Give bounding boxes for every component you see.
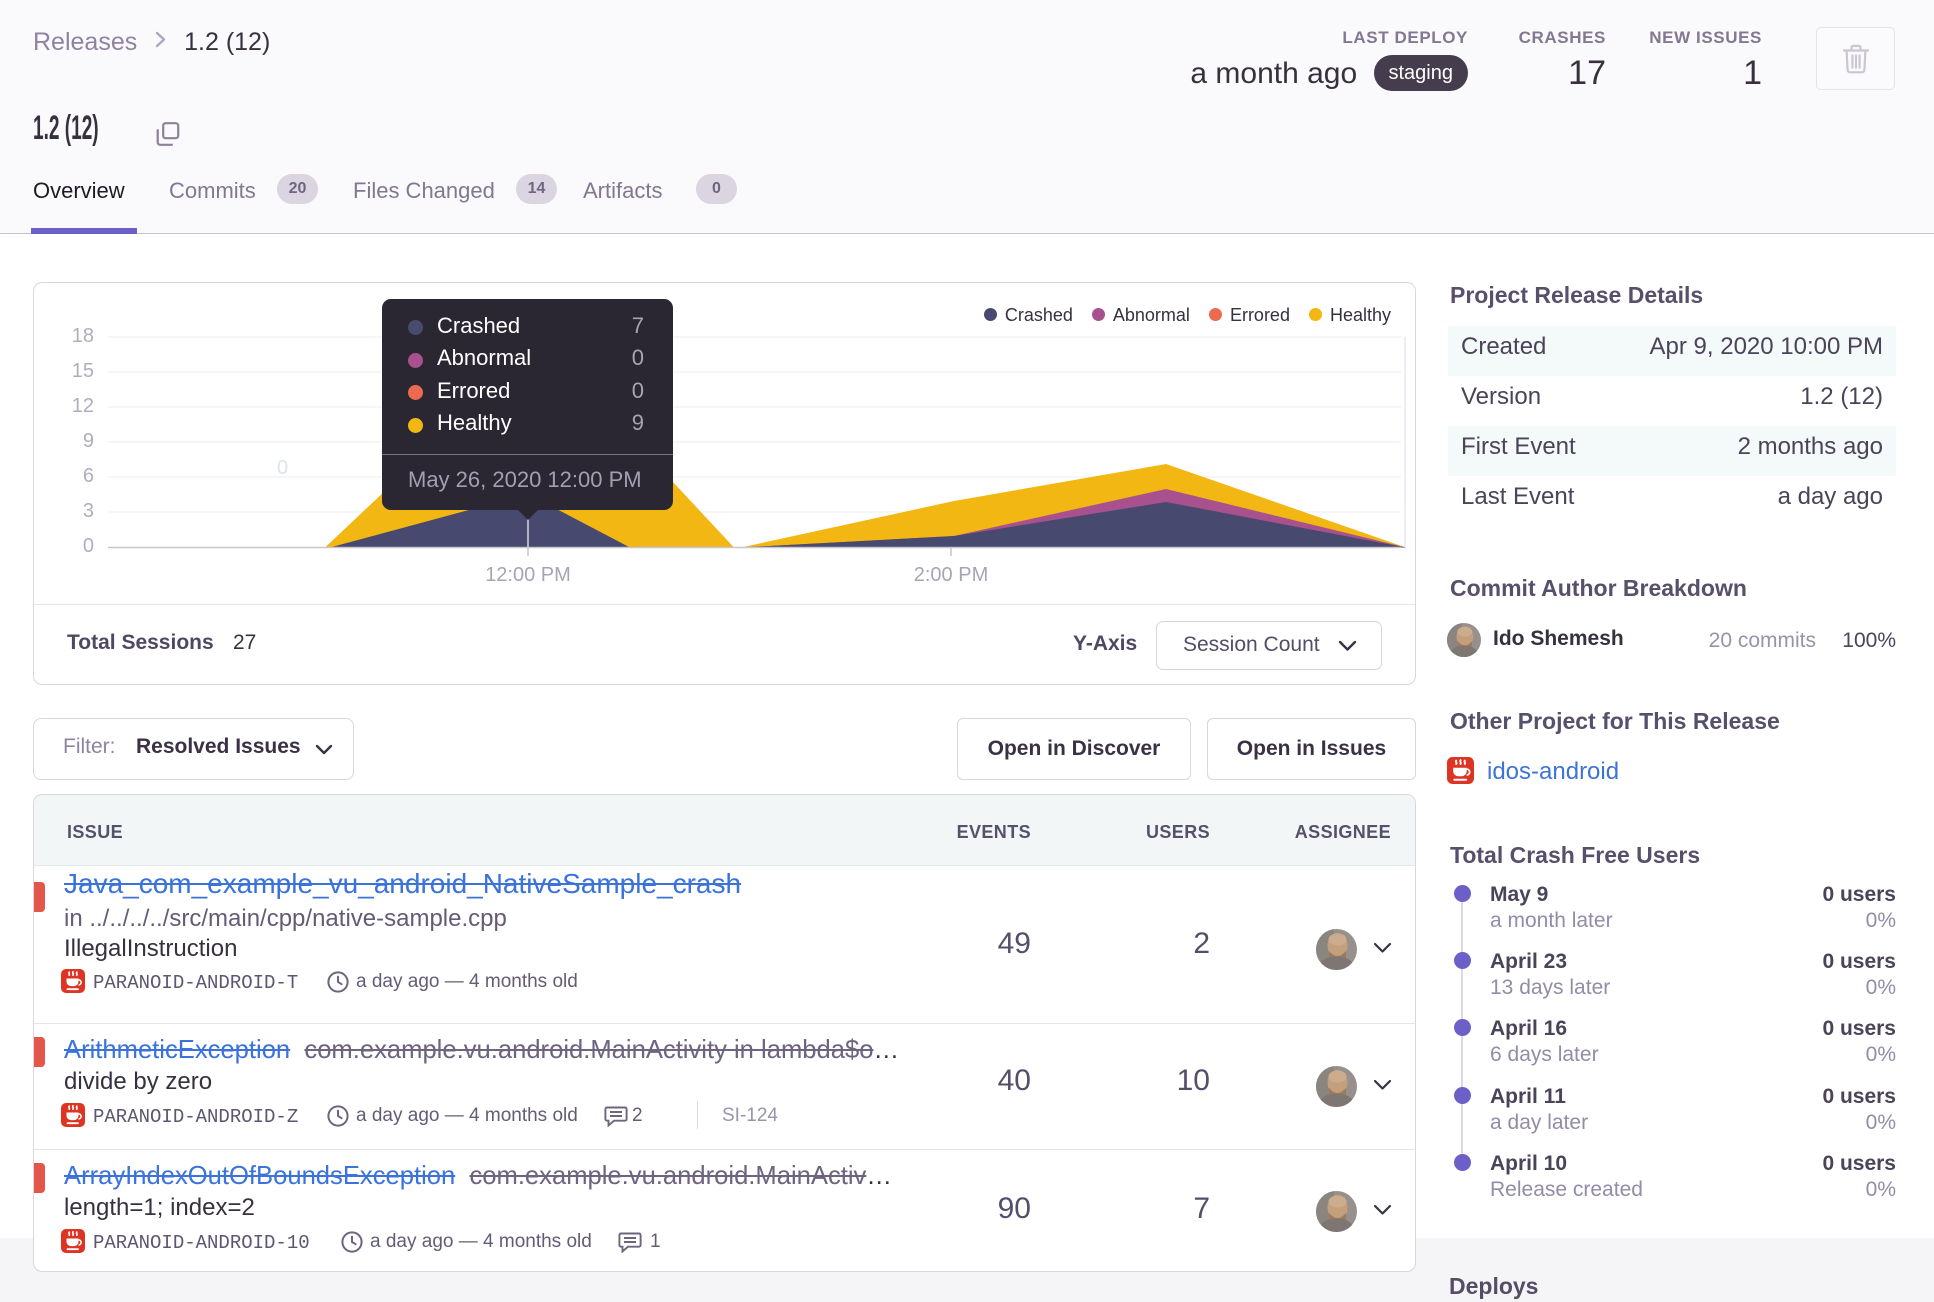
svg-text:0: 0 <box>83 535 94 557</box>
svg-text:3: 3 <box>83 500 94 522</box>
svg-text:2:00 PM: 2:00 PM <box>914 564 988 586</box>
svg-text:18: 18 <box>72 325 94 347</box>
svg-text:0: 0 <box>277 457 288 479</box>
svg-text:6: 6 <box>83 465 94 487</box>
svg-text:12: 12 <box>72 395 94 417</box>
svg-text:9: 9 <box>83 430 94 452</box>
svg-text:15: 15 <box>72 360 94 382</box>
svg-text:12:00 PM: 12:00 PM <box>485 564 571 586</box>
